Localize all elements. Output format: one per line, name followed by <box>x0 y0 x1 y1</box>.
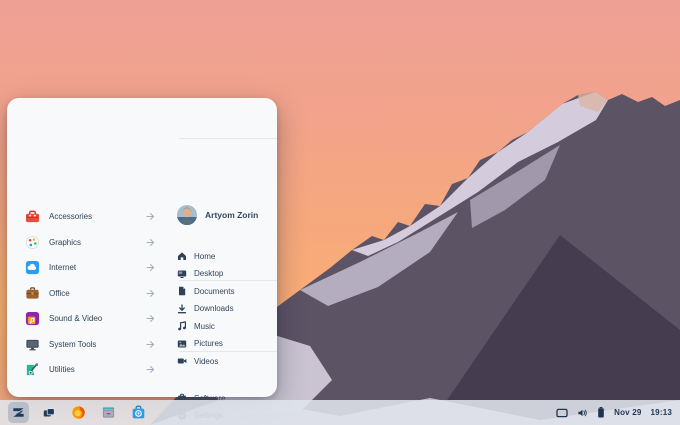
start-menu-panel: Accessories Graphics Internet Office Sou… <box>7 98 277 397</box>
user-name: Artyom Zorin <box>205 210 258 220</box>
divider <box>179 138 277 139</box>
tools-icon <box>25 362 40 377</box>
place-videos[interactable]: Videos <box>174 353 277 370</box>
home-icon <box>177 251 187 261</box>
category-label: Graphics <box>49 238 146 247</box>
music-video-icon <box>25 311 40 326</box>
category-label: Internet <box>49 263 146 272</box>
tray-clock: 19:13 <box>651 408 672 417</box>
window-switcher-icon[interactable] <box>38 402 59 423</box>
download-icon <box>177 304 187 314</box>
category-sound-video[interactable]: Sound & Video <box>18 306 165 331</box>
place-documents[interactable]: Documents <box>174 283 277 300</box>
place-home[interactable]: Home <box>174 248 277 265</box>
file-manager-icon[interactable] <box>98 402 119 423</box>
software-store-icon[interactable] <box>128 402 149 423</box>
chevron-right-icon <box>146 289 155 298</box>
briefcase-brown-icon <box>25 286 40 301</box>
place-music[interactable]: Music <box>174 318 277 335</box>
divider <box>179 280 277 281</box>
category-label: Utilities <box>49 365 146 374</box>
chevron-right-icon <box>146 212 155 221</box>
cloud-icon <box>25 260 40 275</box>
chevron-right-icon <box>146 238 155 247</box>
taskbar-apps <box>8 402 149 423</box>
category-graphics[interactable]: Graphics <box>18 230 165 255</box>
video-camera-icon <box>177 356 187 366</box>
place-pictures[interactable]: Pictures <box>174 335 277 352</box>
avatar <box>177 205 197 225</box>
category-office[interactable]: Office <box>18 281 165 306</box>
monitor-icon <box>25 337 40 352</box>
user-profile[interactable]: Artyom Zorin <box>177 205 258 225</box>
firefox-icon[interactable] <box>68 402 89 423</box>
tray-date: Nov 29 <box>614 408 641 417</box>
chevron-right-icon <box>146 314 155 323</box>
chevron-right-icon <box>146 340 155 349</box>
display-icon <box>556 408 568 418</box>
desktop-icon <box>177 269 187 279</box>
document-icon <box>177 286 187 296</box>
category-label: System Tools <box>49 340 146 349</box>
place-label: Documents <box>194 287 234 296</box>
place-label: Videos <box>194 357 218 366</box>
toolbox-icon <box>25 209 40 224</box>
category-accessories[interactable]: Accessories <box>18 204 165 229</box>
place-label: Pictures <box>194 339 223 348</box>
battery-icon <box>597 407 605 418</box>
volume-icon <box>577 408 588 418</box>
music-note-icon <box>177 321 187 331</box>
picture-icon <box>177 339 187 349</box>
taskbar: Nov 29 19:13 <box>0 400 680 425</box>
chevron-right-icon <box>146 365 155 374</box>
place-label: Desktop <box>194 269 223 278</box>
place-label: Music <box>194 322 215 331</box>
zorin-menu-button[interactable] <box>8 402 29 423</box>
category-utilities[interactable]: Utilities <box>18 357 165 382</box>
place-label: Downloads <box>194 304 234 313</box>
category-label: Sound & Video <box>49 314 146 323</box>
chevron-right-icon <box>146 263 155 272</box>
palette-icon <box>25 235 40 250</box>
divider <box>179 351 277 352</box>
category-label: Office <box>49 289 146 298</box>
place-label: Home <box>194 252 215 261</box>
category-system-tools[interactable]: System Tools <box>18 332 165 357</box>
category-internet[interactable]: Internet <box>18 255 165 280</box>
system-tray[interactable]: Nov 29 19:13 <box>556 407 672 418</box>
category-label: Accessories <box>49 212 146 221</box>
place-downloads[interactable]: Downloads <box>174 300 277 317</box>
